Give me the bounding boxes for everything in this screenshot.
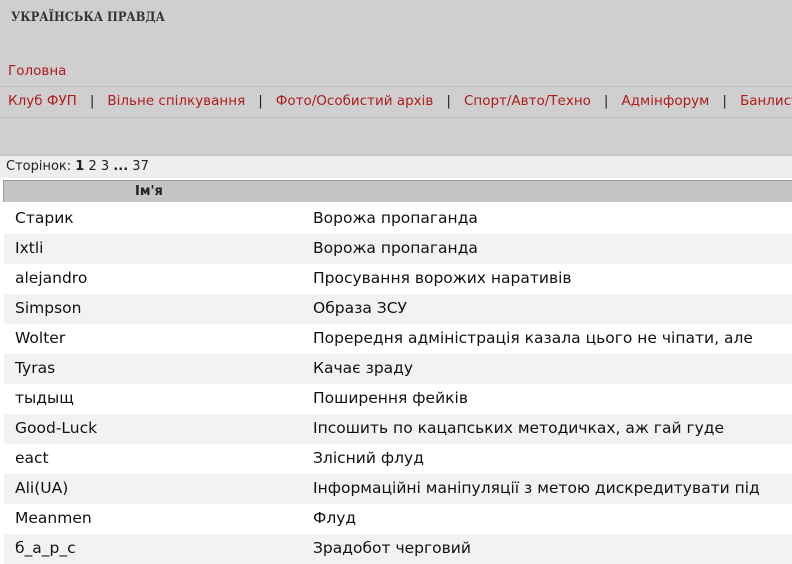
home-link[interactable]: Головна — [8, 63, 66, 79]
table-row: Ixtli Ворожа пропаганда — [4, 234, 792, 264]
user-name[interactable]: Good-Luck — [15, 419, 97, 437]
table-row: Wolter Порередня адміністрація казала цьо… — [4, 324, 792, 354]
user-name[interactable]: Simpson — [15, 299, 81, 317]
ban-reason: Іпсошить по кацапських методичках, аж га… — [313, 419, 725, 437]
ban-reason: Качає зраду — [313, 359, 414, 377]
ban-reason: Порередня адміністрація казала цього не … — [313, 329, 753, 347]
nav-separator: | — [722, 93, 727, 109]
table-header: Ім'я — [3, 180, 792, 202]
table-row: Simpson Образа ЗСУ — [4, 294, 792, 324]
page-link-3[interactable]: 3 — [101, 159, 109, 174]
table-row: Meanmen Флуд — [4, 504, 792, 534]
table-row: Tyras Качає зраду — [4, 354, 792, 384]
ban-reason: Флуд — [313, 509, 357, 527]
divider — [0, 86, 792, 87]
nav-separator: | — [258, 93, 263, 109]
ban-reason: Ворожа пропаганда — [313, 239, 478, 257]
forum-link-photo-archive[interactable]: Фото/Особистий архів — [276, 93, 434, 109]
nav-separator: | — [446, 93, 451, 109]
forum-link-banlist[interactable]: Банлист — [740, 93, 792, 109]
forum-link-club-fup[interactable]: Клуб ФУП — [8, 93, 77, 109]
pagination: Сторінок: 1 2 3 ... 37 — [0, 155, 792, 178]
table-row: тыдыщ Поширення фейків — [4, 384, 792, 414]
user-name[interactable]: Tyras — [15, 359, 55, 377]
ban-reason: Просування ворожих наративів — [313, 269, 572, 287]
user-name[interactable]: б_а_р_с — [15, 539, 76, 557]
divider — [0, 117, 792, 118]
page-link-last[interactable]: 37 — [132, 159, 149, 174]
site-header: УКРАЇНСЬКА ПРАВДА Головна Клуб ФУП | Вільн… — [0, 0, 792, 155]
page-current: 1 — [75, 159, 85, 174]
ban-reason: Зрадобот черговий — [313, 539, 471, 557]
user-name[interactable]: Старик — [15, 209, 74, 227]
forum-nav: Клуб ФУП | Вільне спілкування | Фото/Особист… — [8, 93, 792, 109]
table-row: alejandro Просування ворожих наративів — [4, 264, 792, 294]
nav-separator: | — [603, 93, 609, 109]
user-name[interactable]: Meanmen — [15, 509, 92, 527]
forum-link-sport-auto-tech[interactable]: Спорт/Авто/Техно — [464, 93, 591, 109]
page-link-2[interactable]: 2 — [88, 159, 96, 174]
pagination-ellipsis: ... — [113, 159, 129, 174]
user-name[interactable]: Ali(UA) — [15, 479, 68, 497]
forum-link-admin-forum[interactable]: Адмінфорум — [621, 93, 709, 109]
ban-reason: Ворожа пропаганда — [313, 209, 478, 227]
table-row: Good-Luck Іпсошить по кацапських методичк… — [4, 414, 792, 444]
nav-separator: | — [89, 93, 95, 109]
forum-link-free-chat[interactable]: Вільне спілкування — [107, 93, 245, 109]
table-row: Старик Ворожа пропаганда — [4, 204, 792, 234]
user-name[interactable]: alejandro — [15, 269, 87, 287]
user-name[interactable]: eact — [15, 449, 49, 467]
site-logo[interactable]: УКРАЇНСЬКА ПРАВДА — [11, 10, 165, 25]
ban-reason: Інформаційні маніпуляції з метою дискред… — [313, 479, 760, 497]
user-name[interactable]: Wolter — [15, 329, 65, 347]
ban-reason: Образа ЗСУ — [313, 299, 407, 317]
column-header-name[interactable]: Ім'я — [135, 184, 163, 199]
user-name[interactable]: Ixtli — [15, 239, 43, 257]
ban-reason: Злісний флуд — [313, 449, 424, 467]
table-row: б_а_р_с Зрадобот черговий — [4, 534, 792, 564]
table-row: Ali(UA) Інформаційні маніпуляції з метою … — [4, 474, 792, 504]
ban-reason: Поширення фейків — [313, 389, 468, 407]
ban-list-table: Старик Ворожа пропаганда Ixtli Ворожа проп… — [4, 204, 792, 564]
table-row: eact Злісний флуд — [4, 444, 792, 474]
pagination-label: Сторінок: — [6, 159, 72, 174]
user-name[interactable]: тыдыщ — [15, 389, 74, 407]
